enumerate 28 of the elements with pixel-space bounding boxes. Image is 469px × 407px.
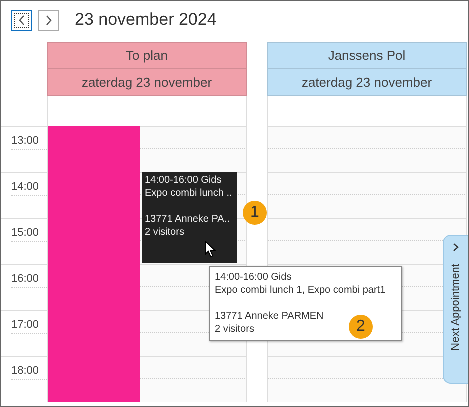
time-label: 18:00: [11, 365, 39, 377]
resource-header: To plan: [47, 42, 247, 69]
time-label: 17:00: [11, 319, 39, 331]
cursor-icon: [205, 241, 216, 258]
tooltip-text: 14:00-16:00 Gids: [215, 271, 292, 284]
appointment-text: 13771 Anneke PA..: [145, 213, 230, 226]
chevron-right-icon: [44, 14, 52, 26]
tooltip-text: 13771 Anneke PARMEN: [215, 310, 324, 323]
chevron-left-icon: [18, 14, 26, 26]
appointment[interactable]: 14:00-16:00 Gids Expo combi lunch .. 13771 Anneke PA.. 2 visitors: [142, 172, 237, 263]
date-header: zaterdag 23 november: [267, 69, 467, 96]
callout-badge: 1: [243, 201, 267, 225]
date-title: 23 november 2024: [75, 10, 217, 30]
appointment-text: 14:00-16:00 Gids: [145, 174, 222, 187]
time-label: 16:00: [11, 273, 39, 285]
appointment-text: 2 visitors: [145, 226, 184, 239]
time-label: 13:00: [11, 135, 39, 147]
next-appointment-tab[interactable]: Next Appointment: [443, 235, 468, 384]
next-button[interactable]: [38, 10, 59, 30]
date-header: zaterdag 23 november: [47, 69, 247, 96]
chevron-right-icon: [453, 243, 459, 252]
time-label: 15:00: [11, 227, 39, 239]
previous-button[interactable]: [11, 10, 32, 30]
tooltip-text: 2 visitors: [215, 323, 254, 336]
appointment-text: Expo combi lunch ..: [145, 187, 232, 200]
time-label: 14:00: [11, 181, 39, 193]
tooltip-text: Expo combi lunch 1, Expo combi part1: [215, 284, 386, 297]
resource-header: Janssens Pol: [267, 42, 467, 69]
